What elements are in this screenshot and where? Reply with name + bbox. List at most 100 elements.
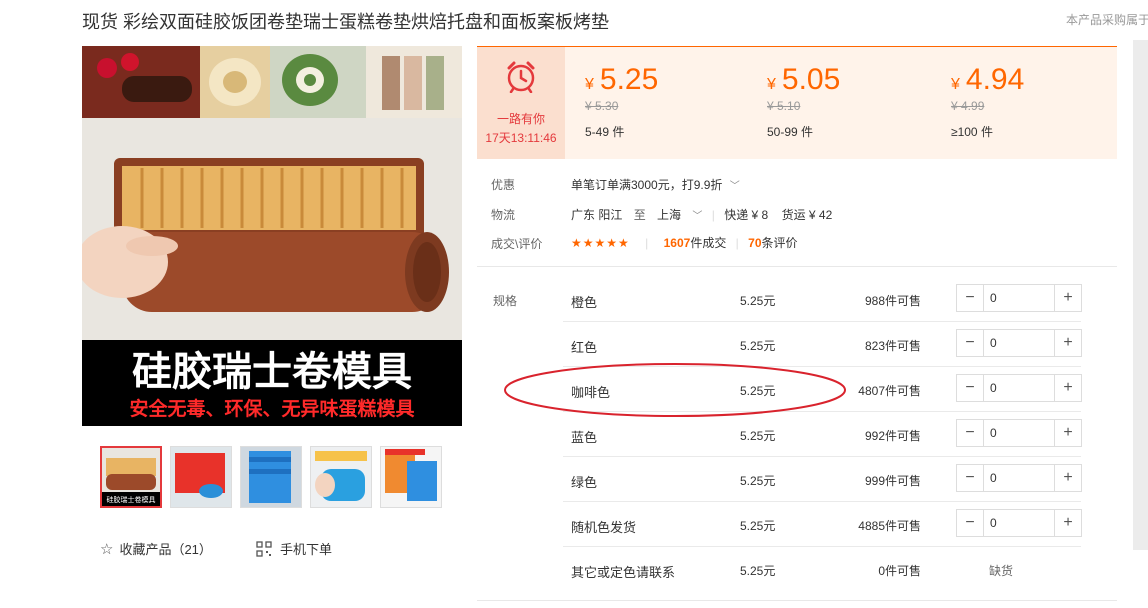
increment-button[interactable]: + [1054, 285, 1081, 311]
quantity-input[interactable]: 0 [990, 336, 997, 350]
increment-button[interactable]: + [1054, 465, 1081, 491]
price-tier-3: ¥4.94 ¥ 4.99 ≥100 件 [951, 63, 1131, 140]
thumbnail-3[interactable] [240, 446, 302, 508]
spec-row: 蓝色 5.25元 992件可售 − 0 + [563, 411, 1082, 457]
tier-price: 4.94 [965, 63, 1025, 96]
reviews-link[interactable]: 70条评价 [748, 236, 797, 250]
tier-price: 5.05 [781, 63, 841, 96]
qr-code-icon [256, 541, 272, 560]
quantity-input[interactable]: 0 [990, 516, 997, 530]
promotion-name: 一路有你 [496, 112, 545, 126]
deals-count: 1607 [663, 236, 691, 250]
spec-row: 红色 5.25元 823件可售 − 0 + [563, 321, 1082, 367]
chevron-down-icon: ﹀ [692, 211, 703, 222]
divider: | [711, 208, 715, 222]
spec-row: 橙色 5.25元 988件可售 − 0 + [563, 276, 1082, 322]
tier-quantity-range: 5-49 件 [585, 125, 625, 139]
quantity-stepper: − 0 + [956, 329, 1082, 357]
decrement-button[interactable]: − [957, 330, 984, 356]
quantity-stepper: − 0 + [956, 284, 1082, 312]
deal-review-value: ★★★★★ | 1607件成交 | 70条评价 [571, 234, 798, 251]
logistics-value: 广东 阳江 至 上海 ﹀ | 快递 ¥ 8 货运 ¥ 42 [571, 206, 832, 223]
currency-symbol: ¥ [767, 76, 776, 93]
collect-product-button[interactable]: ☆ 收藏产品（21） [100, 539, 212, 558]
increment-button[interactable]: + [1054, 375, 1081, 401]
cake-roll-mat-photo: 硅胶瑞士卷模具 安全无毒、环保、无异味蛋糕模具 [82, 46, 462, 426]
decrement-button[interactable]: − [957, 420, 984, 446]
express-fee: 快递 ¥ 8 [724, 208, 769, 222]
quantity-input[interactable]: 0 [990, 426, 997, 440]
deals-suffix: 件成交 [690, 236, 727, 250]
spec-row: 咖啡色 5.25元 4807件可售 − 0 + [563, 366, 1082, 412]
quantity-input[interactable]: 0 [990, 471, 997, 485]
spec-stock: 988件可售 [864, 294, 921, 308]
spec-price: 5.25元 [740, 294, 776, 308]
mobile-order-button[interactable]: 手机下单 [256, 539, 332, 560]
increment-button[interactable]: + [1054, 510, 1081, 536]
quantity-stepper: − 0 + [956, 509, 1082, 537]
decrement-button[interactable]: − [957, 510, 984, 536]
spec-price: 5.25元 [740, 384, 776, 398]
thumbnail-1[interactable]: 硅胶瑞士卷模具 [100, 446, 162, 508]
collect-label: 收藏产品（21） [119, 542, 212, 557]
spec-name: 随机色发货 [571, 520, 637, 535]
quantity-stepper: − 0 + [956, 464, 1082, 492]
spec-price: 5.25元 [740, 474, 776, 488]
rating-stars: ★★★★★ [571, 236, 630, 250]
main-product-image: 硅胶瑞士卷模具 安全无毒、环保、无异味蛋糕模具 [82, 46, 462, 426]
spec-row: 随机色发货 5.25元 4885件可售 − 0 + [563, 501, 1082, 547]
decrement-button[interactable]: − [957, 285, 984, 311]
currency-symbol: ¥ [951, 76, 960, 93]
tier-quantity-range: ≥100 件 [951, 125, 993, 139]
discount-value[interactable]: 单笔订单满3000元，打9.9折 ﹀ [571, 176, 740, 193]
side-scrollbar[interactable] [1133, 40, 1148, 550]
deals-link[interactable]: 1607件成交 [664, 236, 727, 250]
spec-price: 5.25元 [740, 339, 776, 353]
decrement-button[interactable]: − [957, 375, 984, 401]
spec-name: 红色 [571, 340, 598, 355]
quantity-input[interactable]: 0 [990, 381, 997, 395]
thumbnail-caption: 硅胶瑞士卷模具 [107, 495, 156, 504]
tier-price: 5.25 [599, 63, 659, 96]
increment-button[interactable]: + [1054, 330, 1081, 356]
out-of-stock-status: 缺货 [989, 564, 1014, 578]
spec-name: 橙色 [571, 295, 598, 310]
spec-stock: 999件可售 [864, 474, 921, 488]
price-tier-2: ¥5.05 ¥ 5.10 50-99 件 [767, 63, 947, 140]
thumbnail-4[interactable] [310, 446, 372, 508]
mobile-order-label: 手机下单 [280, 542, 333, 557]
spec-stock: 4807件可售 [858, 384, 921, 398]
origin-location: 广东 阳江 [571, 208, 623, 222]
quantity-input[interactable]: 0 [990, 291, 997, 305]
main-image-headline: 硅胶瑞士卷模具 [132, 349, 412, 395]
thumbnail-2[interactable] [170, 446, 232, 508]
tier-quantity-range: 50-99 件 [767, 125, 814, 139]
spec-name: 蓝色 [571, 430, 598, 445]
section-divider [477, 266, 1117, 267]
reviews-count: 70 [748, 236, 762, 250]
section-divider [477, 600, 1117, 601]
discount-text: 单笔订单满3000元，打9.9折 [571, 178, 723, 192]
spec-name: 绿色 [571, 475, 598, 490]
tier-original-price: ¥ 5.30 [585, 99, 619, 113]
increment-button[interactable]: + [1054, 420, 1081, 446]
spec-stock: 0件可售 [878, 564, 921, 578]
discount-label: 优惠 [491, 178, 516, 192]
alarm-clock-icon [504, 59, 538, 96]
divider: | [735, 236, 739, 250]
quantity-stepper: − 0 + [956, 374, 1082, 402]
thumbnail-5[interactable] [380, 446, 442, 508]
main-image-subline: 安全无毒、环保、无异味蛋糕模具 [129, 397, 414, 420]
to-text: 至 [633, 208, 646, 222]
product-title: 现货 彩绘双面硅胶饭团卷垫瑞士蛋糕卷垫烘焙托盘和面板案板烤垫 [82, 12, 609, 32]
spec-name: 其它或定色请联系 [571, 565, 676, 580]
decrement-button[interactable]: − [957, 465, 984, 491]
spec-label: 规格 [493, 294, 518, 308]
destination-selector[interactable]: 上海 ﹀ [657, 208, 706, 222]
spec-row: 绿色 5.25元 999件可售 − 0 + [563, 456, 1082, 502]
star-outline-icon: ☆ [100, 541, 114, 558]
destination-location: 上海 [657, 208, 682, 222]
promotion-countdown: 17天13:11:46 [485, 131, 557, 145]
deal-review-label: 成交\评价 [491, 237, 543, 251]
price-tier-1: ¥5.25 ¥ 5.30 5-49 件 [585, 63, 765, 140]
